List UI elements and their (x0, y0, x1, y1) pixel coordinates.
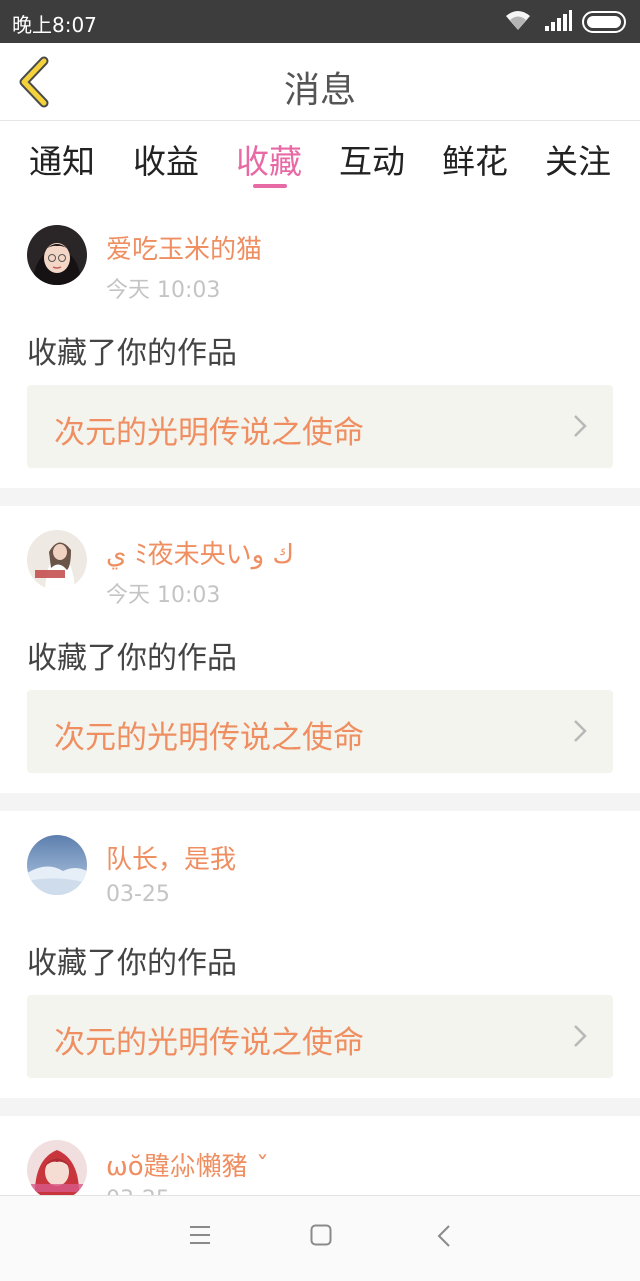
status-bar: 晚上8:07 (0, 0, 640, 43)
work-title: 次元的光明传说之使命 (54, 1025, 364, 1061)
page-title: 消息 (283, 70, 356, 111)
user-avatar-image (27, 530, 87, 590)
action-text: 收藏了你的作品 (27, 946, 237, 981)
action-text: 收藏了你的作品 (27, 336, 237, 371)
card-divider (0, 793, 640, 811)
back-icon[interactable] (436, 1224, 452, 1248)
work-title: 次元的光明传说之使命 (54, 415, 364, 451)
user-avatar-image (27, 225, 87, 285)
avatar[interactable] (27, 225, 87, 285)
avatar[interactable] (27, 530, 87, 590)
tab-notifications[interactable]: 通知 (12, 135, 112, 183)
tab-follows[interactable]: 关注 (528, 135, 628, 183)
chevron-right-icon (574, 720, 587, 742)
user-avatar-image (27, 835, 87, 895)
message-card: 队长，是我 03-25 收藏了你的作品 次元的光明传说之使命 (0, 811, 640, 1098)
message-card: ωŏ韙尛懶豬 ˇ 03-25 (0, 1116, 640, 1195)
wifi-icon (506, 11, 530, 30)
avatar[interactable] (27, 835, 87, 895)
timestamp: 今天 10:03 (106, 278, 221, 303)
username[interactable]: 爱吃玉米的猫 (106, 229, 262, 266)
home-icon[interactable] (310, 1224, 332, 1246)
timestamp: 03-25 (106, 1187, 170, 1195)
username[interactable]: 队长，是我 (106, 839, 236, 876)
timestamp: 今天 10:03 (106, 583, 221, 608)
card-divider (0, 1098, 640, 1116)
avatar[interactable] (27, 1140, 87, 1195)
message-card: ي ﾐ夜未央いك و 今天 10:03 收藏了你的作品 次元的光明传说之使命 (0, 506, 640, 793)
battery-icon (582, 11, 626, 33)
chevron-right-icon (574, 1025, 587, 1047)
card-divider (0, 488, 640, 506)
work-title: 次元的光明传说之使命 (54, 720, 364, 756)
message-card: 爱吃玉米的猫 今天 10:03 收藏了你的作品 次元的光明传说之使命 (0, 201, 640, 488)
action-text: 收藏了你的作品 (27, 641, 237, 676)
active-tab-indicator (253, 184, 287, 188)
timestamp: 03-25 (106, 882, 170, 907)
tab-earnings[interactable]: 收益 (116, 135, 216, 183)
status-time: 晚上8:07 (12, 13, 97, 37)
username[interactable]: ي ﾐ夜未央いك و (106, 534, 294, 571)
work-link[interactable]: 次元的光明传说之使命 (27, 690, 613, 773)
app-header: 消息 (0, 43, 640, 121)
work-link[interactable]: 次元的光明传说之使命 (27, 995, 613, 1078)
chevron-right-icon (574, 415, 587, 437)
username[interactable]: ωŏ韙尛懶豬 ˇ (106, 1146, 269, 1183)
signal-icon (545, 10, 572, 31)
system-nav-bar (0, 1195, 640, 1281)
tab-favorites[interactable]: 收藏 (219, 135, 319, 183)
work-link[interactable]: 次元的光明传说之使命 (27, 385, 613, 468)
menu-icon[interactable] (189, 1224, 211, 1246)
tab-flowers[interactable]: 鲜花 (425, 135, 525, 183)
user-avatar-image (27, 1140, 87, 1195)
tab-bar: 通知 收益 收藏 互动 鲜花 关注 (0, 121, 640, 201)
tab-interactions[interactable]: 互动 (322, 135, 422, 183)
